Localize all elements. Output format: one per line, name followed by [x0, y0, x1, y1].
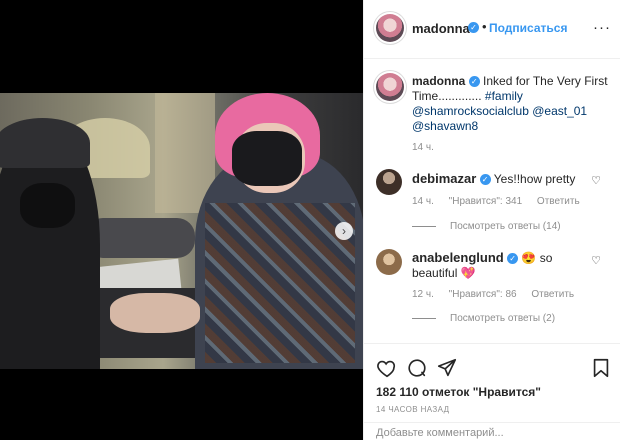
verified-badge-icon: ✓	[468, 76, 480, 88]
post-timestamp: 14 ЧАСОВ НАЗАД	[376, 405, 450, 414]
follow-button[interactable]: Подписаться	[489, 21, 567, 35]
replies-divider	[412, 317, 436, 319]
action-bar: 182 110 отметок "Нравится" 14 ЧАСОВ НАЗА…	[364, 343, 620, 441]
verified-badge-icon: ✓	[468, 22, 479, 33]
view-replies-button[interactable]: Посмотреть ответы (14)	[412, 221, 561, 232]
avatar[interactable]	[376, 14, 404, 42]
comment-username[interactable]: anabelenglund	[412, 250, 504, 265]
photo-hands	[110, 293, 200, 333]
comment-like-heart-icon[interactable]: ♡	[591, 254, 601, 267]
divider	[364, 422, 620, 423]
post-sidebar: madonna ✓ • Подписаться ··· madonna ✓ In…	[363, 0, 620, 440]
comment-time: 14 ч.	[412, 196, 434, 207]
photo-jacket	[205, 203, 355, 363]
caption-mentions[interactable]: @shamrocksocialclub @east_01 @shavawn8	[412, 104, 587, 133]
reply-button[interactable]: Ответить	[537, 196, 580, 207]
view-replies-label: Посмотреть ответы (14)	[450, 221, 561, 232]
comment-text: Yes!!how pretty	[493, 172, 576, 186]
reply-button[interactable]: Ответить	[531, 289, 574, 300]
verified-badge-icon: ✓	[507, 253, 519, 265]
post-media: ›	[0, 0, 363, 440]
separator-dot: •	[482, 19, 487, 34]
replies-divider	[412, 225, 436, 227]
more-options-icon[interactable]: ···	[593, 19, 611, 36]
comment-like-count[interactable]: "Нравится": 86	[449, 289, 517, 300]
caption-hashtag[interactable]: #family	[485, 89, 523, 103]
comment-2-meta: 12 ч. "Нравится": 86 Ответить	[412, 289, 586, 300]
photo-cap	[0, 118, 90, 168]
caption-avatar[interactable]	[376, 73, 404, 101]
comment-username[interactable]: debimazar	[412, 171, 476, 186]
likes-count[interactable]: 182 110 отметок "Нравится"	[376, 385, 541, 399]
author-username[interactable]: madonna	[412, 21, 470, 36]
photo-mask	[20, 183, 75, 228]
post-photo[interactable]	[0, 93, 363, 369]
verified-badge-icon: ✓	[479, 174, 491, 186]
bookmark-icon[interactable]	[590, 357, 612, 379]
paper-plane-icon[interactable]	[436, 357, 458, 379]
comment-time: 12 ч.	[412, 289, 434, 300]
comment-like-heart-icon[interactable]: ♡	[591, 174, 601, 187]
comment-like-count[interactable]: "Нравится": 341	[449, 196, 522, 207]
comment-icon[interactable]	[406, 357, 428, 379]
caption-time: 14 ч.	[412, 142, 434, 153]
caption-username[interactable]: madonna	[412, 74, 465, 88]
post-header: madonna ✓ • Подписаться ···	[364, 0, 620, 59]
photo-bandana-mask	[232, 131, 302, 186]
comment-1: debimazar ✓ Yes!!how pretty	[412, 171, 582, 187]
post-caption: madonna ✓ Inked for The Very First Time.…	[412, 74, 612, 134]
add-comment-input[interactable]: Добавьте комментарий...	[376, 427, 504, 439]
photo-pillow	[85, 218, 195, 258]
chevron-right-icon[interactable]: ›	[335, 222, 353, 240]
comment-1-meta: 14 ч. "Нравится": 341 Ответить	[412, 196, 592, 207]
commenter-avatar[interactable]	[376, 169, 402, 195]
view-replies-label: Посмотреть ответы (2)	[450, 313, 556, 324]
instagram-post-modal: › madonna ✓ • Подписаться ··· madonna ✓ …	[0, 0, 620, 440]
commenter-avatar[interactable]	[376, 249, 402, 275]
comment-2: anabelenglund ✓ 😍 so beautiful 💖	[412, 250, 582, 281]
heart-icon[interactable]	[376, 357, 398, 379]
view-replies-button[interactable]: Посмотреть ответы (2)	[412, 313, 555, 324]
